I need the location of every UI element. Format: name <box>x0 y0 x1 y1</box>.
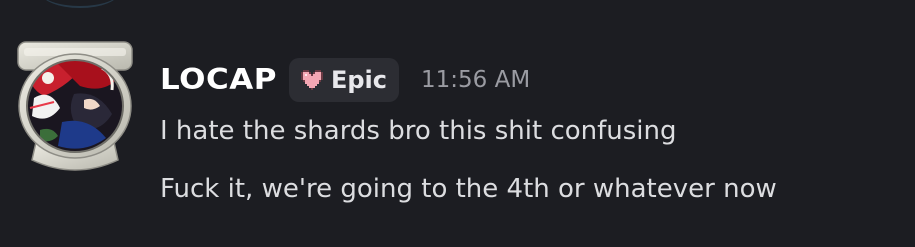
guild-tag-label: Epic <box>330 66 387 94</box>
message-header: LOCAP Epic 11:56 AM <box>160 56 530 104</box>
username[interactable]: LOCAP <box>160 63 277 96</box>
user-avatar[interactable] <box>14 38 136 178</box>
message-timestamp[interactable]: 11:56 AM <box>421 67 530 93</box>
previous-avatar-edge <box>40 0 120 8</box>
message-text-line-1: I hate the shards bro this shit confusin… <box>160 116 677 146</box>
message-text-line-2: Fuck it, we're going to the 4th or whate… <box>160 174 777 204</box>
pixel-heart-icon <box>300 70 323 90</box>
guild-tag[interactable]: Epic <box>288 58 399 102</box>
chat-message: LOCAP Epic 11:56 AM I hate the shards br… <box>14 38 904 228</box>
chat-view: LOCAP Epic 11:56 AM I hate the shards br… <box>0 0 915 247</box>
